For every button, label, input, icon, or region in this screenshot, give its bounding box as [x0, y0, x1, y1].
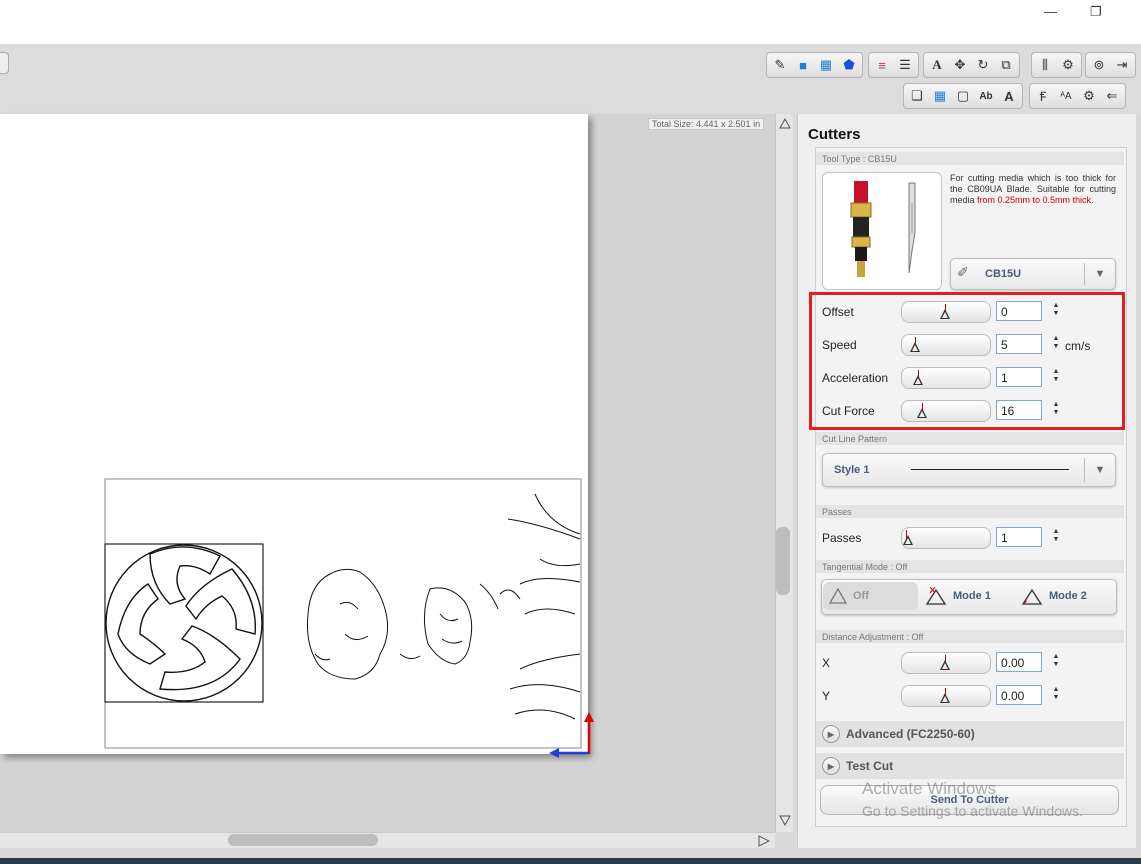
triangle-cross-icon: [925, 587, 947, 605]
toolbar: ✎ ■ ▦ ⬟ ≡ ☰ A ✥ ↻ ⧉ ⫼ ⚙ ⊚ ⇥ ❏ ▦ ▢ Ab A Ꞙ…: [0, 44, 1141, 114]
panel-collapse-handle[interactable]: [0, 52, 9, 74]
vertical-scroll-thumb[interactable]: [776, 527, 790, 595]
cut-line-style-dropdown[interactable]: Style 1 ▼: [822, 453, 1116, 487]
distance-x-label: X: [822, 656, 831, 670]
toolbar-group-output: ⊚ ⇥: [1085, 52, 1136, 78]
text-ab-icon[interactable]: Ab: [976, 86, 996, 106]
total-size-readout: Total Size: 4.441 x 2.501 in: [648, 118, 765, 130]
fill-rect-icon[interactable]: ■: [793, 55, 813, 75]
toolbar-group-text: Ꞙ ᴬA ⚙ ⇐: [1029, 83, 1126, 109]
toolbar-group-view: ❏ ▦ ▢ Ab A: [903, 83, 1023, 109]
horizontal-scroll-thumb[interactable]: [228, 834, 378, 846]
test-cut-section-toggle[interactable]: ▶ Test Cut: [816, 753, 1124, 779]
scroll-right-icon[interactable]: [758, 835, 770, 847]
distance-x-spinner[interactable]: ▲ ▼: [1051, 653, 1061, 669]
import-icon[interactable]: ⇥: [1112, 55, 1132, 75]
send-icon[interactable]: ⇐: [1102, 86, 1122, 106]
advanced-section-toggle[interactable]: ▶ Advanced (FC2250-60): [816, 721, 1124, 747]
align-icon[interactable]: ⫼: [1035, 55, 1055, 75]
gear-icon[interactable]: ⚙: [1058, 55, 1078, 75]
polygon-icon[interactable]: ⬟: [839, 55, 859, 75]
x-axis-arrowhead: [549, 748, 559, 758]
preview-icon[interactable]: ⊚: [1089, 55, 1109, 75]
tangential-off-label: Off: [853, 590, 869, 602]
expand-arrow-icon: ▶: [822, 725, 840, 743]
tool-type-label: Tool Type : CB15U: [822, 154, 897, 164]
chevron-down-icon[interactable]: ▼: [1084, 263, 1115, 285]
minimize-button[interactable]: —: [1044, 4, 1057, 19]
outline-text-icon[interactable]: A: [999, 86, 1019, 106]
distance-y-input[interactable]: 0.00: [996, 685, 1042, 705]
activation-watermark-title: Activate Windows: [862, 779, 997, 798]
settings-icon[interactable]: ⚙: [1079, 86, 1099, 106]
passes-section-label: Passes: [822, 507, 852, 517]
toolbar-group-edit: A ✥ ↻ ⧉: [923, 52, 1020, 78]
passes-input[interactable]: 1: [996, 527, 1042, 547]
portrait-design: [307, 493, 581, 720]
passes-section-bar: [816, 505, 1124, 518]
tangential-mode2-button[interactable]: Mode 2: [1021, 582, 1087, 610]
cut-line-pattern-label: Cut Line Pattern: [822, 434, 888, 444]
fit-page-icon[interactable]: ▢: [953, 86, 973, 106]
line-style-preview: [911, 469, 1069, 470]
tangential-mode1-button[interactable]: Mode 1: [925, 582, 991, 610]
cut-line-style-value: Style 1: [834, 464, 870, 476]
distance-y-label: Y: [822, 689, 831, 703]
toolbar-group-lines: ≡ ☰: [868, 52, 919, 78]
circle-cutout-design: [105, 544, 263, 702]
pattern-fill-icon[interactable]: ▦: [816, 55, 836, 75]
passes-label: Passes: [822, 531, 862, 545]
blade-icon: ✐: [957, 264, 969, 280]
transform-icon[interactable]: ⧉: [996, 55, 1016, 75]
taskbar-edge: [0, 858, 1141, 864]
activation-watermark-subtitle: Go to Settings to activate Windows.: [862, 803, 1083, 819]
tool-select-value: CB15U: [985, 268, 1022, 280]
line-style-icon[interactable]: ☰: [895, 55, 915, 75]
page-icon[interactable]: ❏: [907, 86, 927, 106]
tool-image: [822, 172, 942, 290]
design-artwork[interactable]: [0, 114, 600, 764]
vertical-scrollbar[interactable]: [775, 114, 793, 832]
scroll-down-icon[interactable]: [779, 814, 791, 826]
text-size-icon[interactable]: ᴬA: [1056, 86, 1076, 106]
eraser-icon[interactable]: ✎: [770, 55, 790, 75]
color-lines-icon[interactable]: ≡: [872, 55, 892, 75]
text-icon[interactable]: A: [927, 55, 947, 75]
node-edit-icon[interactable]: ✥: [950, 55, 970, 75]
toolbar-group-arrange: ⫼ ⚙: [1031, 52, 1082, 78]
tangential-off-button[interactable]: Off: [823, 582, 918, 610]
rotate-icon[interactable]: ↻: [973, 55, 993, 75]
distance-adjustment-label: Distance Adjustment : Off: [822, 632, 924, 642]
tool-description-thickness: from 0.25mm to 0.5mm thick.: [977, 195, 1094, 205]
tangential-mode2-label: Mode 2: [1049, 590, 1087, 602]
triangle-icon: [829, 588, 847, 604]
blade-holder-icon: [850, 181, 916, 277]
tangential-mode1-label: Mode 1: [953, 590, 991, 602]
expand-arrow-icon: ▶: [822, 757, 840, 775]
passes-spinner[interactable]: ▲ ▼: [1051, 528, 1061, 544]
chevron-down-icon[interactable]: ▼: [1084, 458, 1115, 482]
scroll-up-icon[interactable]: [779, 118, 791, 130]
grid-icon[interactable]: ▦: [930, 86, 950, 106]
y-axis-arrowhead: [584, 712, 594, 722]
font-icon[interactable]: Ꞙ: [1033, 86, 1053, 106]
triangle-mark-icon: [1021, 588, 1043, 605]
restore-button[interactable]: ❐: [1090, 4, 1102, 20]
tool-select-dropdown[interactable]: ✐ CB15U ▼: [950, 258, 1116, 290]
distance-x-slider[interactable]: [901, 652, 991, 674]
test-cut-label: Test Cut: [846, 759, 894, 773]
toolbar-group-draw: ✎ ■ ▦ ⬟: [766, 52, 863, 78]
tangential-mode-label: Tangential Mode : Off: [822, 562, 908, 572]
distance-x-input[interactable]: 0.00: [996, 652, 1042, 672]
distance-y-slider[interactable]: [901, 685, 991, 707]
distance-y-spinner[interactable]: ▲ ▼: [1051, 686, 1061, 702]
horizontal-scrollbar[interactable]: [0, 832, 775, 849]
advanced-label: Advanced (FC2250-60): [846, 727, 975, 741]
highlight-box: [809, 292, 1125, 430]
panel-title: Cutters: [808, 126, 861, 143]
passes-slider[interactable]: [901, 527, 991, 549]
tool-description: For cutting media which is too thick for…: [950, 173, 1116, 206]
title-bar: — ❐: [0, 0, 1141, 44]
